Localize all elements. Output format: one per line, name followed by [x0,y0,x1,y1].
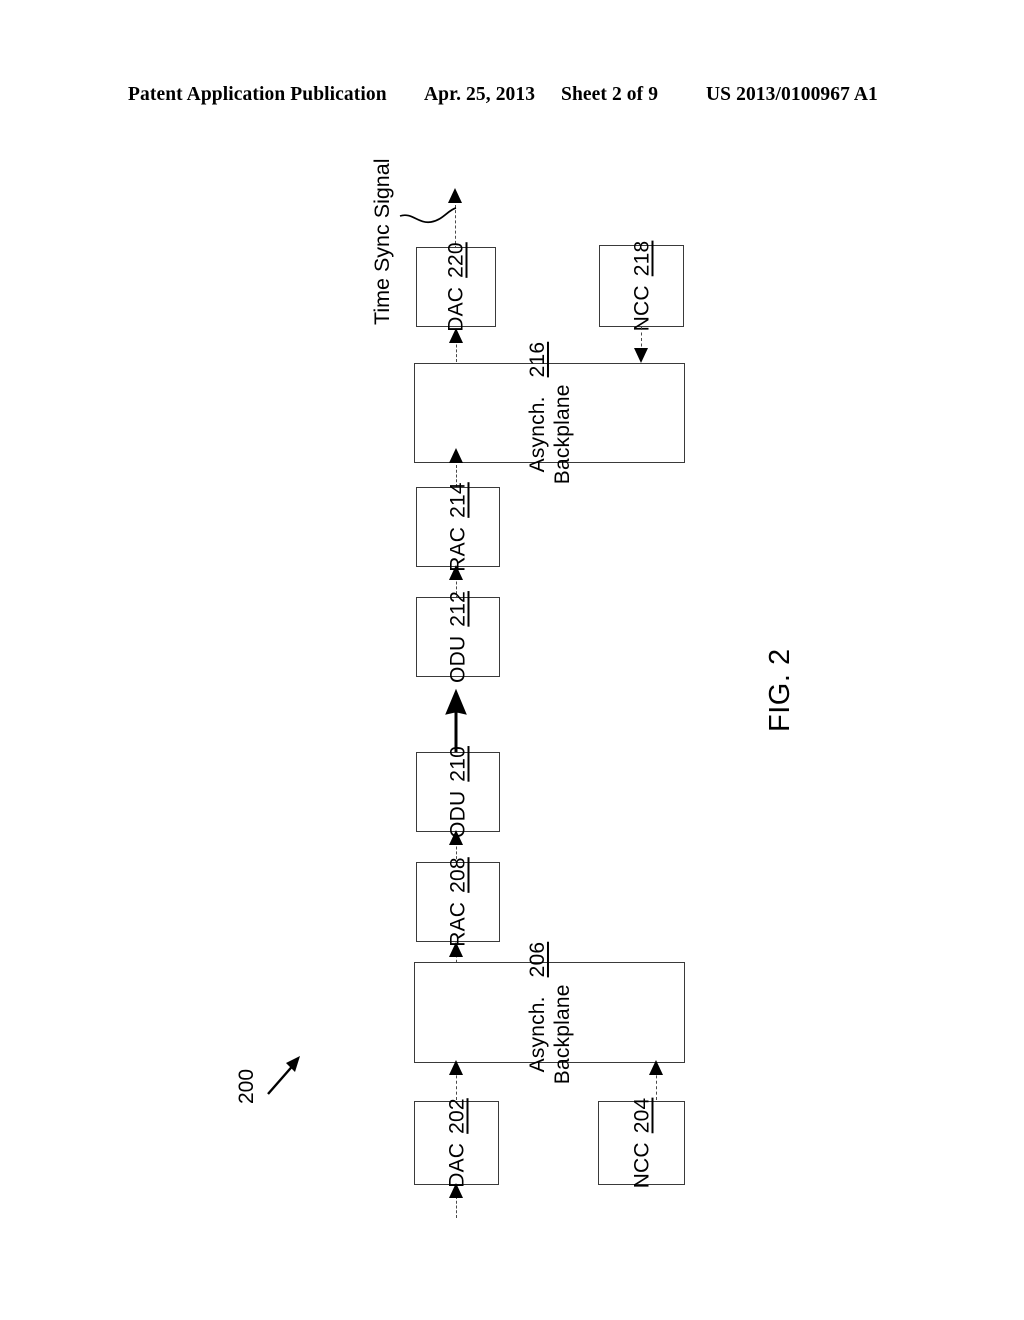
block-odu-212[interactable]: ODU 212 [416,591,500,683]
block-dac-202-number: 202 [445,1098,468,1134]
block-ncc-218-text: NCC 218 [630,240,653,332]
block-dac-220-text: DAC 220 [444,242,468,332]
arrowhead-dac220-output [448,188,462,203]
block-backplane-206-text: Asynch. Backplane 206 [525,941,573,1084]
block-odu-212-name: ODU [446,635,470,683]
block-odu-210-text: ODU 210 [446,746,470,838]
block-ncc-204-name: NCC [630,1142,653,1189]
block-odu-212-text: ODU 212 [446,591,470,683]
block-ncc-218[interactable]: NCC 218 [599,241,684,331]
block-rac-214-number: 214 [446,482,470,518]
block-odu-210[interactable]: ODU 210 [416,746,500,838]
connector-dac202-input-line [456,1196,457,1218]
patent-figure-200: Time Sync Signal DAC 220 NCC 218 Asynch.… [0,0,1024,1320]
figure-reference-numeral-200: 200 [235,1068,258,1104]
block-backplane-216-name: Asynch. Backplane [525,384,573,484]
block-backplane-206-name-line1: Asynch. [525,995,549,1072]
time-sync-signal-label: Time Sync Signal [370,158,394,326]
block-backplane-216-text: Asynch. Backplane 216 [525,342,573,485]
block-rac-214-text: RAC 214 [446,482,470,572]
arrowhead-ncc204-to-backplane206 [649,1060,663,1075]
figure-caption: FIG. 2 [764,648,796,732]
block-odu-212-number: 212 [446,591,470,627]
block-odu-210-number: 210 [446,746,470,782]
block-rac-214[interactable]: RAC 214 [416,482,500,572]
block-backplane-216-name-line2: Backplane [550,384,573,485]
block-rac-208[interactable]: RAC 208 [416,857,500,947]
block-dac-202-text: DAC 202 [445,1098,468,1188]
block-ncc-204[interactable]: NCC 204 [598,1098,685,1188]
block-ncc-218-name: NCC [630,285,653,332]
block-dac-202-name: DAC [445,1142,468,1188]
block-backplane-216-name-line1: Asynch. [525,396,549,473]
arrowhead-dac202-to-backplane206 [449,1060,463,1075]
time-sync-wavy-leader [399,207,457,224]
block-asynch-backplane-206[interactable]: Asynch. Backplane 206 [414,941,685,1084]
arrowhead-backplane216-to-dac220 [449,328,463,343]
arrowhead-rac214-to-backplane216 [449,448,463,463]
block-rac-208-name: RAC [446,901,470,947]
block-backplane-216-number: 216 [525,341,549,378]
block-ncc-204-number: 204 [630,1097,653,1134]
arrowhead-ncc218-to-backplane216 [634,348,648,363]
block-rac-208-number: 208 [446,857,470,893]
arrowhead-rac208-to-odu210 [449,830,463,845]
arrowhead-dac202-input [449,1183,463,1198]
block-backplane-206-number: 206 [525,941,549,977]
block-dac-220-name: DAC [444,286,468,332]
block-rac-208-text: RAC 208 [446,857,470,947]
ref-200-leader-arrowhead [286,1056,300,1072]
block-ncc-218-number: 218 [630,240,653,277]
block-backplane-206-name-line2: Backplane [550,983,573,1084]
block-ncc-204-text: NCC 204 [630,1097,653,1189]
time-sync-leader-overlay [267,207,467,1095]
block-dac-220[interactable]: DAC 220 [416,242,496,332]
block-backplane-206-name: Asynch. Backplane [525,984,573,1084]
arrowhead-odu212-to-rac214 [449,565,463,580]
ref-200-leader-line [267,1061,297,1095]
block-dac-220-number: 220 [444,242,468,278]
arrowhead-backplane206-to-rac208 [449,942,463,957]
block-dac-202[interactable]: DAC 202 [414,1098,499,1188]
